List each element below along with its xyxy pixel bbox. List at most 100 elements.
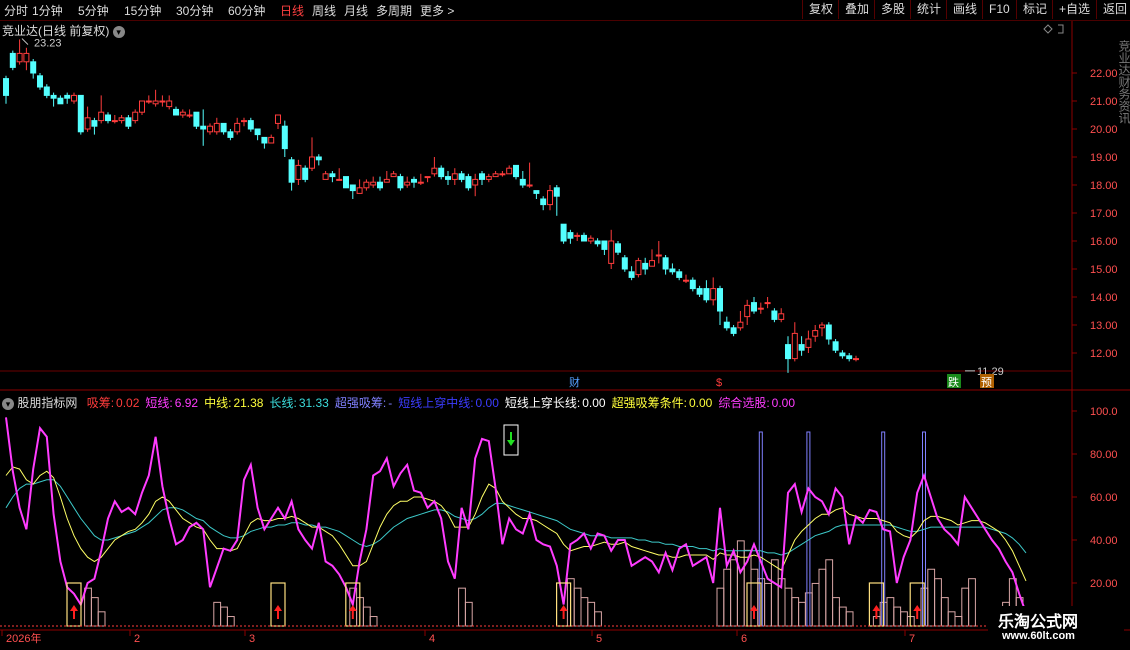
time-axis-label: 5 bbox=[596, 633, 602, 645]
toolbar-button-2[interactable]: 多股 bbox=[874, 0, 911, 19]
accum-bar bbox=[362, 606, 371, 627]
indicator-field-label: 超强吸筹: bbox=[334, 396, 387, 410]
short-line bbox=[5, 417, 1027, 614]
time-axis-label: 2 bbox=[134, 633, 140, 645]
indicator-axis-label: 20.00 bbox=[1090, 578, 1118, 590]
period-tab-7[interactable]: 周线 bbox=[312, 2, 336, 19]
candle-body bbox=[336, 178, 343, 181]
candle-body bbox=[159, 100, 166, 103]
candle-body bbox=[84, 117, 91, 130]
max-pointer bbox=[21, 38, 29, 45]
candle-body bbox=[57, 97, 64, 105]
period-tab-10[interactable]: 更多 > bbox=[420, 2, 454, 19]
candle-body bbox=[791, 332, 798, 360]
candle-body bbox=[111, 120, 118, 123]
indicator-axis-label: 60.00 bbox=[1090, 492, 1118, 504]
indicator-field-label: 超强吸筹条件: bbox=[611, 396, 687, 410]
accum-bar bbox=[369, 616, 378, 627]
candle-body bbox=[363, 181, 370, 189]
candle-body bbox=[322, 173, 329, 180]
chevron-down-icon[interactable]: ▾ bbox=[2, 397, 14, 410]
candle-body bbox=[220, 122, 227, 133]
long-line bbox=[5, 479, 1027, 556]
candle-body bbox=[139, 100, 145, 113]
candle-body bbox=[846, 355, 853, 360]
candle-body bbox=[125, 117, 132, 127]
diamond-icon[interactable] bbox=[1043, 24, 1053, 34]
candle-body bbox=[370, 181, 377, 186]
candle-body bbox=[560, 223, 567, 242]
max-price-label: 23.23 bbox=[34, 38, 62, 50]
accum-bar bbox=[464, 601, 473, 627]
panel-bracket-icon[interactable] bbox=[1058, 24, 1064, 34]
toolbar-button-6[interactable]: 标记 bbox=[1016, 0, 1053, 19]
candle-body bbox=[723, 321, 730, 329]
candle-body bbox=[533, 190, 540, 194]
period-tab-0[interactable]: 分时 bbox=[4, 2, 28, 19]
period-tab-1[interactable]: 1分钟 bbox=[32, 2, 63, 19]
indicator-field-4: 超强吸筹: - bbox=[335, 396, 392, 410]
candle-body bbox=[655, 254, 662, 257]
candle-body bbox=[241, 120, 247, 123]
candle-body bbox=[424, 176, 431, 179]
arrow-up-icon bbox=[274, 605, 282, 619]
accum-bar bbox=[798, 601, 806, 627]
price-axis-label: 19.00 bbox=[1090, 152, 1118, 164]
accum-bar bbox=[594, 611, 602, 627]
candle-body bbox=[485, 176, 492, 180]
arrow-up-icon bbox=[70, 605, 78, 619]
toolbar-button-8[interactable]: 返回 bbox=[1096, 0, 1130, 19]
chevron-down-icon[interactable]: ▾ bbox=[112, 25, 125, 38]
accum-bar bbox=[811, 582, 820, 627]
accum-bar bbox=[900, 611, 908, 627]
candle-body bbox=[710, 288, 717, 301]
period-tab-9[interactable]: 多周期 bbox=[376, 2, 412, 19]
candle-body bbox=[553, 187, 560, 197]
price-axis-label: 22.00 bbox=[1090, 68, 1118, 80]
candle-body bbox=[744, 304, 751, 318]
toolbar-button-3[interactable]: 统计 bbox=[910, 0, 947, 19]
candle-body bbox=[601, 240, 608, 250]
toolbar-button-1[interactable]: 叠加 bbox=[838, 0, 875, 19]
price-axis-label: 16.00 bbox=[1090, 236, 1118, 248]
period-tab-6[interactable]: 日线 bbox=[280, 2, 304, 19]
candle-body bbox=[234, 122, 241, 133]
indicator-field-value: 0.00 bbox=[688, 396, 713, 410]
candle-body bbox=[98, 111, 105, 122]
period-tab-2[interactable]: 5分钟 bbox=[78, 2, 109, 19]
candle-body bbox=[30, 61, 37, 74]
period-tab-4[interactable]: 30分钟 bbox=[176, 2, 213, 19]
candle-body bbox=[261, 136, 268, 144]
candle-body bbox=[132, 111, 139, 122]
candle-body bbox=[71, 94, 77, 102]
candle-body bbox=[417, 181, 424, 184]
period-tab-3[interactable]: 15分钟 bbox=[124, 2, 161, 19]
accum-bar bbox=[573, 587, 582, 627]
accum-bar bbox=[845, 611, 854, 627]
price-axis-label: 15.00 bbox=[1090, 264, 1118, 276]
candle-body bbox=[526, 184, 533, 187]
candle-body bbox=[64, 94, 71, 99]
candle-body bbox=[43, 86, 50, 96]
candle-body bbox=[669, 268, 676, 273]
candle-body bbox=[649, 260, 655, 267]
candle-body bbox=[451, 173, 458, 180]
toolbar-button-7[interactable]: +自选 bbox=[1052, 0, 1097, 19]
toolbar-button-5[interactable]: F10 bbox=[982, 0, 1017, 19]
indicator-field-7: 超强吸筹条件: 0.00 bbox=[612, 396, 713, 410]
candle-body bbox=[281, 125, 288, 150]
period-tab-5[interactable]: 60分钟 bbox=[228, 2, 265, 19]
accum-bar bbox=[458, 587, 466, 627]
candle-body bbox=[207, 125, 213, 133]
toolbar-button-0[interactable]: 复权 bbox=[802, 0, 839, 19]
candle-body bbox=[445, 176, 451, 180]
toolbar-button-4[interactable]: 画线 bbox=[946, 0, 983, 19]
event-drop-mark: 跌 bbox=[948, 375, 959, 389]
candle-body bbox=[397, 176, 404, 189]
candle-body bbox=[642, 262, 649, 270]
candle-body bbox=[329, 173, 336, 178]
candle-body bbox=[302, 167, 309, 180]
arrow-down-icon bbox=[507, 432, 515, 446]
period-tab-8[interactable]: 月线 bbox=[344, 2, 368, 19]
time-axis-label: 2026年 bbox=[6, 631, 41, 645]
